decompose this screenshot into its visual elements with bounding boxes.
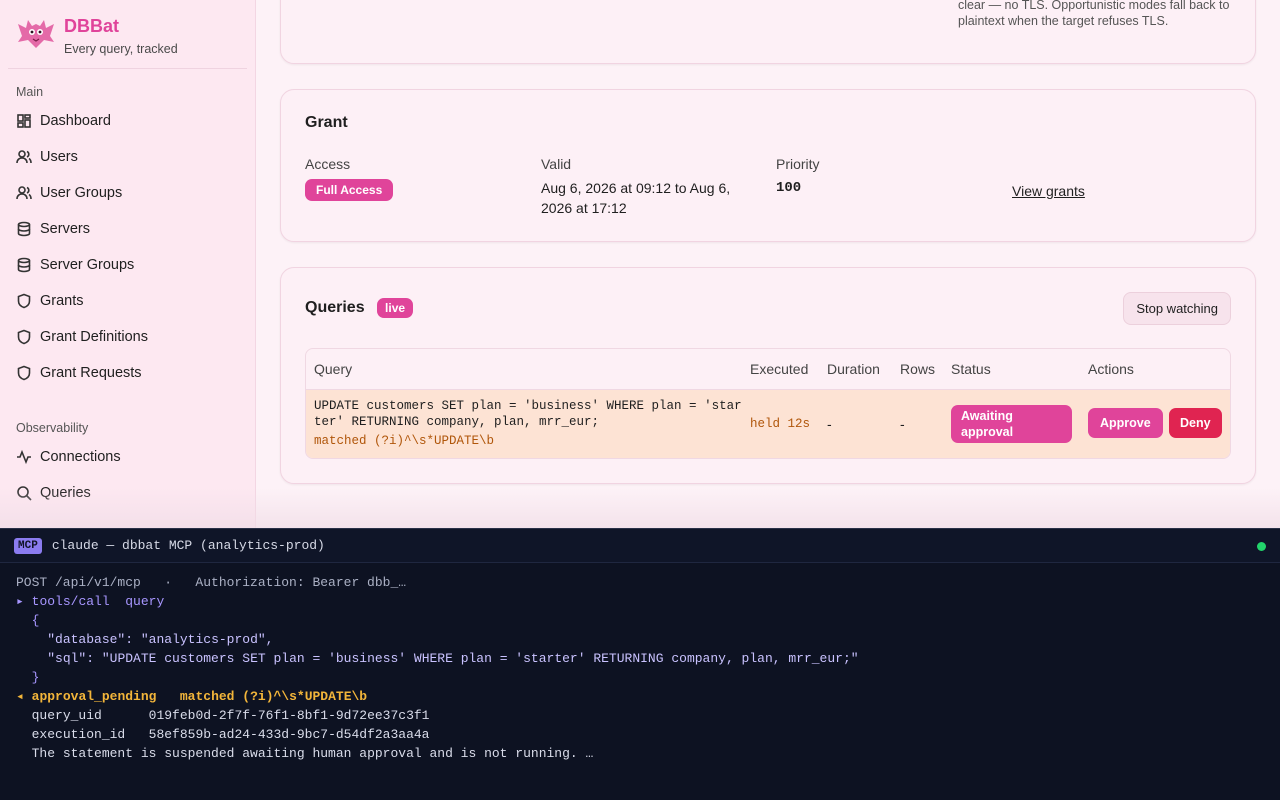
database-icon: [17, 257, 31, 273]
nav-section-observability: Observability: [16, 421, 89, 435]
nav-section-main: Main: [16, 85, 44, 99]
call-marker-icon: ▸: [16, 594, 24, 609]
dashboard-icon: [17, 114, 31, 128]
column-header-query: Query: [314, 361, 353, 377]
status-dot-icon: [1257, 542, 1266, 551]
access-label: Access: [305, 156, 351, 172]
sidebar-item-grants[interactable]: Grants: [0, 283, 255, 319]
json-sql-key: "sql":: [47, 651, 95, 666]
access-badge: Full Access: [305, 179, 394, 201]
divider: [8, 68, 247, 69]
view-grants-link[interactable]: View grants: [1012, 183, 1085, 199]
shield-icon: [17, 329, 31, 345]
query-uid-value: 019feb0d-2f7f-76f1-8bf1-9d72ee37c3f1: [148, 708, 430, 723]
json-sql-value: "UPDATE customers SET plan = 'business' …: [101, 651, 859, 666]
sidebar-item-connections[interactable]: Connections: [0, 439, 255, 475]
column-header-status: Status: [951, 361, 991, 377]
priority-value: 100: [776, 180, 802, 196]
json-database-key: "database":: [47, 632, 134, 647]
brand-name: DBBat: [64, 16, 120, 36]
stop-watching-button[interactable]: Stop watching: [1123, 292, 1231, 325]
sidebar-item-dashboard[interactable]: Dashboard: [0, 103, 255, 139]
response-status: approval_pending: [31, 689, 157, 704]
terminal-output: POST /api/v1/mcp · Authorization: Bearer…: [0, 563, 1280, 773]
sidebar-item-label: Dashboard: [40, 113, 111, 129]
valid-value: Aug 6, 2026 at 09:12 to Aug 6, 2026 at 1…: [541, 180, 731, 216]
query-matched-rule: matched (?i)^\s*UPDATE\b: [314, 434, 495, 448]
sidebar-item-label: Queries: [40, 485, 91, 501]
column-header-actions: Actions: [1088, 361, 1134, 377]
sidebar-item-users[interactable]: Users: [0, 139, 255, 175]
table-header: Query Executed Duration Rows Status Acti…: [306, 349, 1230, 390]
execution-id-value: 58ef859b-ad24-433d-9bc7-d54df2a3aa4a: [148, 727, 430, 742]
database-icon: [17, 221, 31, 237]
sidebar-item-label: Servers: [40, 221, 90, 237]
live-badge: live: [377, 298, 414, 318]
sidebar-item-label: Grant Requests: [40, 365, 142, 381]
execution-id-label: execution_id: [31, 727, 126, 742]
priority-label: Priority: [776, 156, 820, 172]
user-groups-icon: [16, 186, 32, 200]
bat-logo-icon: [18, 20, 54, 48]
duration-value: -: [827, 416, 832, 432]
shield-icon: [17, 293, 31, 309]
shield-icon: [17, 365, 31, 381]
grant-title: Grant: [305, 114, 348, 131]
query-sql: UPDATE customers SET plan = 'business' W…: [314, 399, 742, 429]
executed-value: held 12s: [750, 417, 811, 431]
queries-table: Query Executed Duration Rows Status Acti…: [305, 348, 1231, 459]
grant-card: Grant Access Full Access Valid Aug 6, 20…: [280, 89, 1256, 242]
sidebar-item-label: User Groups: [40, 185, 123, 201]
response-message: The statement is suspended awaiting huma…: [31, 746, 594, 761]
sidebar-item-label: Connections: [40, 449, 121, 465]
sidebar-item-queries[interactable]: Queries: [0, 475, 255, 511]
sidebar-item-label: Grants: [40, 293, 84, 309]
brand-tagline: Every query, tracked: [64, 42, 178, 56]
terminal-title: claude — dbbat MCP (analytics-prod): [51, 538, 325, 553]
activity-icon: [17, 449, 31, 465]
search-icon: [17, 486, 32, 501]
json-close-brace: }: [31, 670, 40, 685]
response-matched: matched (?i)^\s*UPDATE\b: [179, 689, 368, 704]
approve-button[interactable]: Approve: [1088, 408, 1163, 438]
users-icon: [16, 150, 32, 164]
json-open-brace: {: [31, 613, 40, 628]
column-header-duration: Duration: [827, 361, 880, 377]
sidebar-item-servers[interactable]: Servers: [0, 211, 255, 247]
query-uid-label: query_uid: [31, 708, 102, 723]
sidebar-item-grant-requests[interactable]: Grant Requests: [0, 355, 255, 391]
brand[interactable]: DBBat Every query, tracked: [0, 0, 255, 69]
sidebar-item-label: Server Groups: [40, 257, 135, 273]
terminal-titlebar: MCP claude — dbbat MCP (analytics-prod): [0, 529, 1280, 563]
sidebar-item-grant-definitions[interactable]: Grant Definitions: [0, 319, 255, 355]
tool-call-line: tools/call query: [31, 594, 165, 609]
column-header-rows: Rows: [900, 361, 936, 377]
table-row[interactable]: UPDATE customers SET plan = 'business' W…: [306, 390, 1230, 458]
deny-button[interactable]: Deny: [1169, 408, 1222, 438]
sidebar-item-user-groups[interactable]: User Groups: [0, 175, 255, 211]
valid-label: Valid: [541, 156, 572, 172]
sidebar-item-label: Grant Definitions: [40, 329, 148, 345]
request-line: POST /api/v1/mcp · Authorization: Bearer…: [16, 575, 407, 590]
tls-card: The proxy→database leg of this session r…: [280, 0, 1256, 64]
response-marker-icon: ◂: [16, 689, 24, 704]
main-content: The proxy→database leg of this session r…: [256, 0, 1280, 528]
column-header-executed: Executed: [750, 361, 809, 377]
queries-card: Queries live Stop watching Query Execute…: [280, 267, 1256, 484]
mcp-tag: MCP: [14, 537, 42, 554]
mcp-terminal[interactable]: MCP claude — dbbat MCP (analytics-prod) …: [0, 528, 1280, 800]
queries-title: Queries: [305, 299, 365, 317]
status-badge: Awaiting approval: [951, 405, 1072, 443]
sidebar-item-server-groups[interactable]: Server Groups: [0, 247, 255, 283]
json-database-value: "analytics-prod",: [140, 632, 274, 647]
sidebar-item-label: Users: [40, 149, 78, 165]
sidebar: DBBat Every query, tracked Main Dashboar…: [0, 0, 256, 528]
tls-note: The proxy→database leg of this session r…: [958, 0, 1230, 28]
rows-value: -: [900, 416, 905, 432]
